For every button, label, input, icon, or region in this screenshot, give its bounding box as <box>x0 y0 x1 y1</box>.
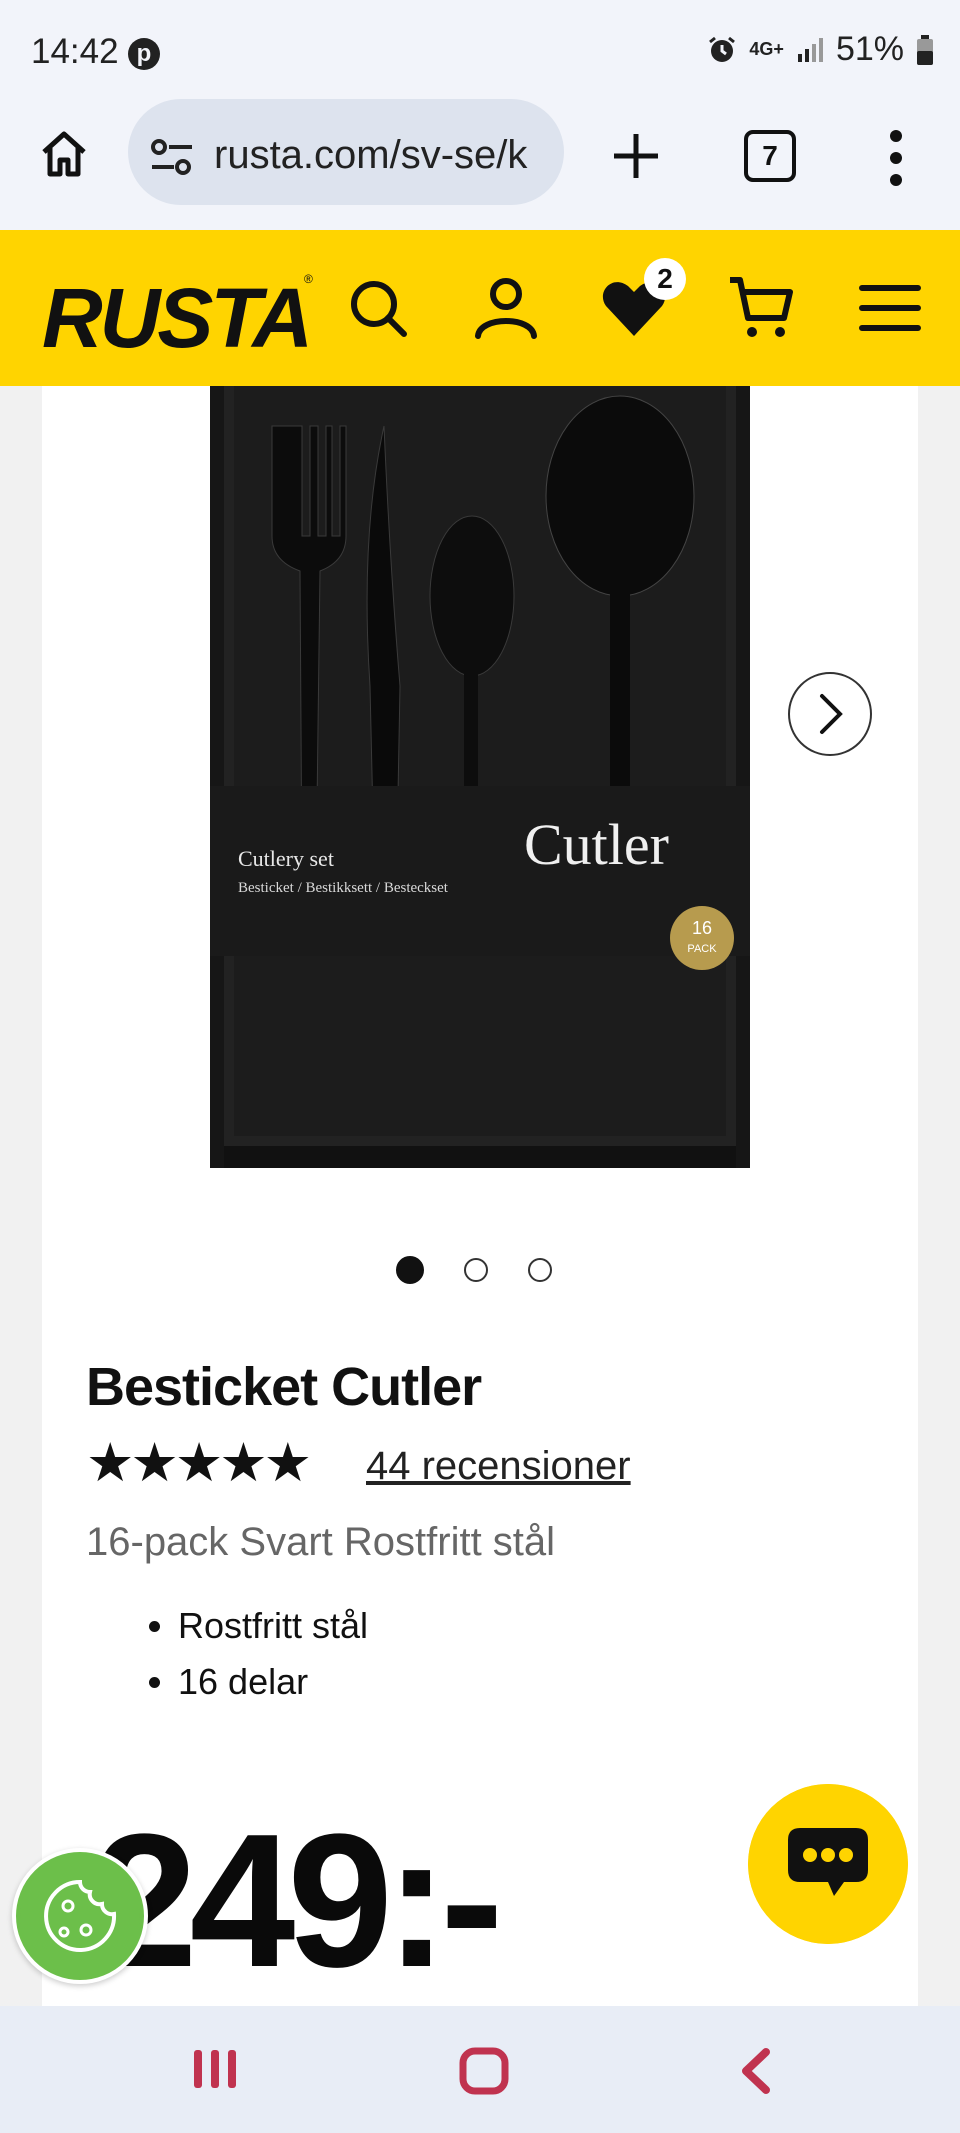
rating-stars: ★★★★★ <box>86 1433 312 1493</box>
rusta-logo[interactable]: RUSTA <box>42 270 313 367</box>
pack-word: PACK <box>687 943 717 955</box>
browser-toolbar: rusta.com/sv-se/k 7 <box>0 99 960 230</box>
status-time: 14:42 <box>31 32 119 71</box>
site-header: RUSTA ® 2 <box>0 230 960 386</box>
tabs-icon[interactable]: 7 <box>744 130 796 182</box>
product-title: Besticket Cutler <box>86 1357 482 1417</box>
cart-icon[interactable] <box>726 272 798 344</box>
feature-list: Rostfritt stål 16 delar <box>138 1598 368 1710</box>
more-vert-icon[interactable] <box>884 128 908 188</box>
product-price: 249:- <box>92 1795 504 2007</box>
new-tab-icon[interactable] <box>610 130 662 182</box>
product-label-main: Cutlery set <box>238 846 334 871</box>
hamburger-menu-icon[interactable] <box>854 272 926 344</box>
carousel-dot-3[interactable] <box>528 1258 552 1282</box>
status-bar: 14:42 p 4G+ 51% <box>0 0 960 104</box>
battery-icon <box>917 34 933 65</box>
pinterest-icon: p <box>128 38 160 70</box>
cookie-icon[interactable] <box>12 1848 148 1984</box>
site-settings-icon[interactable] <box>150 137 194 177</box>
url-text[interactable]: rusta.com/sv-se/k <box>214 133 544 178</box>
feature-item: Rostfritt stål <box>178 1598 368 1654</box>
recents-icon[interactable] <box>190 2046 240 2092</box>
wishlist-count-badge: 2 <box>644 258 686 300</box>
product-subtitle: 16-pack Svart Rostfritt stål <box>86 1520 556 1564</box>
alarm-icon <box>709 36 736 62</box>
feature-item: 16 delar <box>178 1654 368 1710</box>
home-nav-icon[interactable] <box>458 2046 510 2096</box>
product-card: Cutlery set Besticket / Bestikksett / Be… <box>42 386 918 2006</box>
status-indicators: 4G+ 51% <box>707 30 934 69</box>
battery-text: 51% <box>835 30 904 68</box>
carousel-dot-1[interactable] <box>396 1256 424 1284</box>
registered-mark: ® <box>304 272 313 286</box>
home-icon[interactable] <box>36 126 92 182</box>
carousel-dots <box>396 1256 552 1284</box>
system-nav-bar <box>0 2006 960 2133</box>
back-icon[interactable] <box>736 2046 776 2096</box>
search-icon[interactable] <box>342 272 414 344</box>
network-type: 4G+ <box>749 39 784 59</box>
reviews-link[interactable]: 44 recensioner <box>366 1444 631 1489</box>
carousel-dot-2[interactable] <box>464 1258 488 1282</box>
chat-icon[interactable] <box>748 1784 908 1944</box>
product-label-sub: Besticket / Bestikksett / Besteckset <box>238 880 449 896</box>
product-image[interactable]: Cutlery set Besticket / Bestikksett / Be… <box>210 386 750 1168</box>
pack-count: 16 <box>692 918 712 938</box>
account-icon[interactable] <box>470 272 542 344</box>
signal-icon <box>797 37 823 62</box>
carousel-next-button[interactable] <box>788 672 872 756</box>
product-brand: Cutler <box>524 812 669 877</box>
